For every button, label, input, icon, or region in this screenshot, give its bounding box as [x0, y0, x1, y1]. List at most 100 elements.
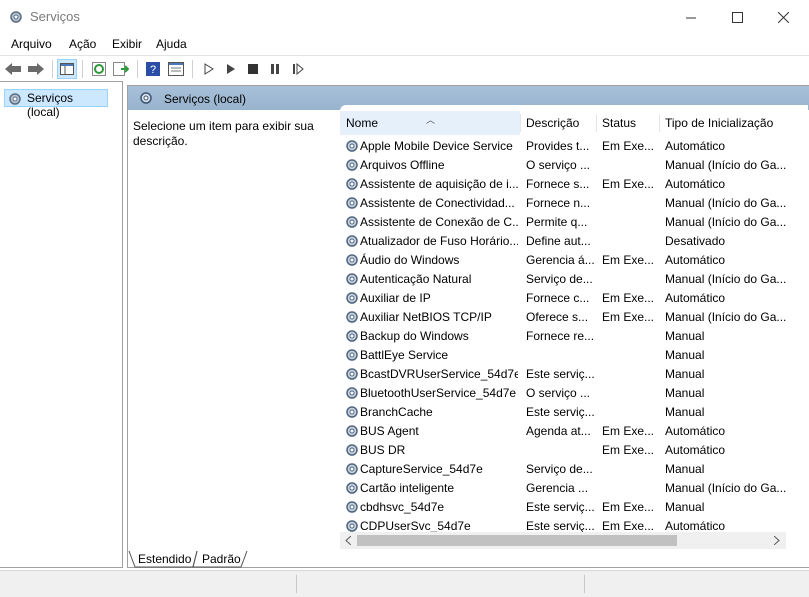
start-service-alt-button[interactable]: [221, 59, 241, 79]
table-row[interactable]: BUS Agent Agenda at... Em Exe... Automático: [340, 422, 808, 441]
back-button[interactable]: [3, 59, 23, 79]
table-row[interactable]: Atualizador de Fuso Horário... Define aut…: [340, 232, 808, 251]
cell-name: Cartão inteligente: [360, 481, 455, 495]
refresh-button[interactable]: [89, 59, 109, 79]
stop-service-icon: [248, 64, 258, 74]
services-gear-icon: [9, 93, 21, 105]
toolbar-separator: [192, 60, 193, 78]
toolbar-separator: [52, 60, 53, 78]
menu-acao[interactable]: Ação: [69, 37, 96, 51]
cell-startup-type: Automático: [665, 253, 726, 267]
table-row[interactable]: cbdhsvc_54d7e Este serviç... Em Exe... Manu…: [340, 498, 808, 517]
table-row[interactable]: Assistente de Conexão de C... Permite q..…: [340, 213, 808, 232]
service-gear-icon: [346, 482, 358, 494]
column-header-startup-type[interactable]: Tipo de Inicialização: [659, 111, 808, 135]
horizontal-scroll-thumb[interactable]: [357, 535, 677, 546]
refresh-icon: [92, 62, 106, 76]
window-title: Serviços: [30, 9, 80, 24]
tab-extended[interactable]: Estendido: [134, 551, 195, 568]
toolbar-separator: [82, 60, 83, 78]
service-gear-icon: [346, 463, 358, 475]
forward-button[interactable]: [26, 59, 46, 79]
column-header-name[interactable]: Nome ︿: [340, 111, 520, 135]
service-gear-icon: [346, 159, 358, 171]
view-tabs: Estendido Padrão: [127, 551, 809, 568]
console-tree: Serviços (local): [0, 81, 123, 568]
cell-name: Auxiliar NetBIOS TCP/IP: [360, 310, 492, 324]
services-panel: Serviços (local) Selecione um item para …: [127, 85, 809, 568]
table-row[interactable]: BUS DR Em Exe... Automático: [340, 441, 808, 460]
table-row[interactable]: Áudio do Windows Gerencia á... Em Exe... Au…: [340, 251, 808, 270]
table-row[interactable]: Autenticação Natural Serviço de... Manual …: [340, 270, 808, 289]
service-gear-icon: [346, 406, 358, 418]
cell-description: Este serviç...: [526, 519, 594, 533]
cell-startup-type: Automático: [665, 139, 726, 153]
tree-item-services-local[interactable]: Serviços (local): [4, 89, 108, 119]
table-row[interactable]: Assistente de Conectividad... Fornece n..…: [340, 194, 808, 213]
maximize-button[interactable]: [714, 0, 760, 35]
menu-bar: Arquivo Ação Exibir Ajuda: [0, 35, 809, 55]
column-header-status[interactable]: Status: [596, 111, 659, 135]
cell-startup-type: Automático: [665, 177, 726, 191]
start-service-alt-icon: [227, 64, 235, 74]
start-service-button[interactable]: [199, 59, 219, 79]
table-row[interactable]: Auxiliar NetBIOS TCP/IP Oferece s... Em Ex…: [340, 308, 808, 327]
table-row[interactable]: Assistente de aquisição de i... Fornece s…: [340, 175, 808, 194]
cell-startup-type: Manual: [665, 329, 705, 343]
column-header-description[interactable]: Descrição: [520, 111, 596, 135]
cell-startup-type: Automático: [665, 443, 726, 457]
show-hide-tree-icon: [60, 63, 74, 75]
scroll-left-icon[interactable]: [345, 536, 351, 545]
menu-ajuda[interactable]: Ajuda: [156, 37, 187, 51]
cell-startup-type: Manual (Início do Ga...: [665, 481, 787, 495]
cell-status: Em Exe...: [602, 500, 655, 514]
service-gear-icon: [346, 368, 358, 380]
cell-startup-type: Manual (Início do Ga...: [665, 158, 787, 172]
table-row[interactable]: Apple Mobile Device Service Provides t...…: [340, 137, 808, 156]
table-row[interactable]: CaptureService_54d7e Serviço de... Manual: [340, 460, 808, 479]
close-button[interactable]: [760, 0, 806, 35]
horizontal-scrollbar[interactable]: [340, 532, 786, 549]
cell-startup-type: Manual (Início do Ga...: [665, 215, 787, 229]
cell-name: CaptureService_54d7e: [360, 462, 483, 476]
cell-startup-type: Automático: [665, 424, 726, 438]
table-row[interactable]: BranchCache Este serviç... Manual: [340, 403, 808, 422]
resume-service-button[interactable]: [288, 59, 308, 79]
table-row[interactable]: Cartão inteligente Gerencia ... Manual (In…: [340, 479, 808, 498]
stop-service-button[interactable]: [243, 59, 263, 79]
pause-service-button[interactable]: [265, 59, 285, 79]
description-text: Selecione um item para exibir sua descri…: [133, 119, 314, 148]
show-hide-tree-button[interactable]: [57, 59, 77, 79]
minimize-button[interactable]: [668, 0, 714, 35]
cell-startup-type: Manual (Início do Ga...: [665, 196, 787, 210]
table-row[interactable]: BattlEye Service Manual: [340, 346, 808, 365]
export-list-button[interactable]: [111, 59, 131, 79]
minimize-icon: [686, 17, 696, 18]
column-header-label: Nome: [346, 116, 379, 130]
cell-description: O serviço ...: [526, 158, 591, 172]
menu-arquivo[interactable]: Arquivo: [11, 37, 52, 51]
cell-name: Atualizador de Fuso Horário...: [360, 234, 518, 248]
table-row[interactable]: Arquivos Offline O serviço ... Manual (Iní…: [340, 156, 808, 175]
help-button[interactable]: ?: [143, 59, 163, 79]
tab-standard[interactable]: Padrão: [198, 551, 245, 568]
table-row[interactable]: Auxiliar de IP Fornece c... Em Exe... Autom…: [340, 289, 808, 308]
cell-description: Fornece n...: [526, 196, 591, 210]
cell-startup-type: Manual: [665, 500, 705, 514]
service-gear-icon: [346, 330, 358, 342]
back-arrow-icon: [5, 63, 21, 75]
cell-name: BattlEye Service: [360, 348, 449, 362]
table-row[interactable]: Backup do Windows Fornece re... Manual: [340, 327, 808, 346]
cell-status: Em Exe...: [602, 177, 655, 191]
table-row[interactable]: BcastDVRUserService_54d7e Este serviç... M…: [340, 365, 808, 384]
cell-description: Fornece re...: [526, 329, 594, 343]
service-gear-icon: [346, 349, 358, 361]
menu-exibir[interactable]: Exibir: [112, 37, 142, 51]
services-table: Nome ︿ Descrição Status Tipo de Iniciali…: [340, 105, 808, 553]
cell-startup-type: Manual: [665, 348, 705, 362]
properties-button[interactable]: [166, 59, 186, 79]
scroll-right-icon[interactable]: [774, 536, 780, 545]
cell-description: Agenda at...: [526, 424, 591, 438]
table-row[interactable]: BluetoothUserService_54d7e O serviço ... M…: [340, 384, 808, 403]
service-gear-icon: [346, 425, 358, 437]
